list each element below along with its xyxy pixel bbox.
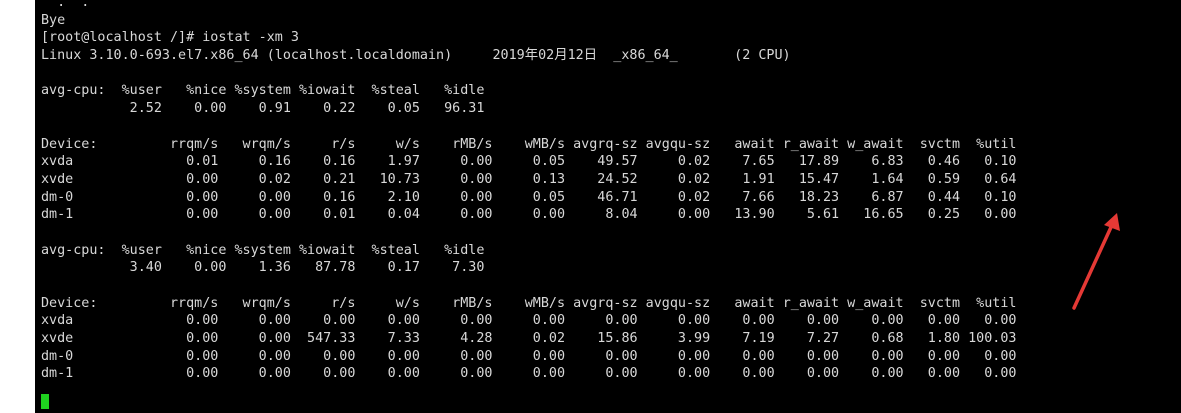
terminal-line: Device: rrqm/s wrqm/s r/s w/s rMB/s wMB/… (41, 136, 1017, 152)
terminal-line: xvde 0.00 0.00 547.33 7.33 4.28 0.02 15.… (41, 331, 1017, 347)
terminal-line: avg-cpu: %user %nice %system %iowait %st… (41, 83, 485, 99)
terminal-line: . . (41, 0, 106, 10)
terminal-line: [root@localhost /]# iostat -xm 3 (41, 30, 299, 46)
terminal-line: dm-0 0.00 0.00 0.16 2.10 0.00 0.05 46.71… (41, 189, 1017, 205)
terminal-line: Bye (41, 12, 66, 28)
screenshot-frame: . . Bye [root@localhost /]# iostat -xm 3 L… (0, 0, 1181, 413)
terminal-window[interactable]: . . Bye [root@localhost /]# iostat -xm 3 L… (35, 0, 1181, 413)
terminal-cursor (41, 394, 49, 409)
terminal-line: 3.40 0.00 1.36 87.78 0.17 7.30 (41, 260, 485, 276)
terminal-line: avg-cpu: %user %nice %system %iowait %st… (41, 242, 485, 258)
terminal-line: dm-1 0.00 0.00 0.00 0.00 0.00 0.00 0.00 … (41, 366, 1017, 382)
terminal-line: 2.52 0.00 0.91 0.22 0.05 96.31 (41, 101, 485, 117)
terminal-line: xvda 0.00 0.00 0.00 0.00 0.00 0.00 0.00 … (41, 313, 1017, 329)
terminal-line: dm-1 0.00 0.00 0.01 0.04 0.00 0.00 8.04 … (41, 207, 1017, 223)
terminal-line: xvde 0.00 0.02 0.21 10.73 0.00 0.13 24.5… (41, 171, 1017, 187)
red-arrow-icon (1072, 213, 1120, 310)
terminal-line: Device: rrqm/s wrqm/s r/s w/s rMB/s wMB/… (41, 295, 1017, 311)
terminal-line: Linux 3.10.0-693.el7.x86_64 (localhost.l… (41, 48, 791, 64)
terminal-line: dm-0 0.00 0.00 0.00 0.00 0.00 0.00 0.00 … (41, 348, 1017, 364)
terminal-line: xvda 0.01 0.16 0.16 1.97 0.00 0.05 49.57… (41, 154, 1017, 170)
terminal-output: . . Bye [root@localhost /]# iostat -xm 3 L… (41, 0, 1016, 401)
